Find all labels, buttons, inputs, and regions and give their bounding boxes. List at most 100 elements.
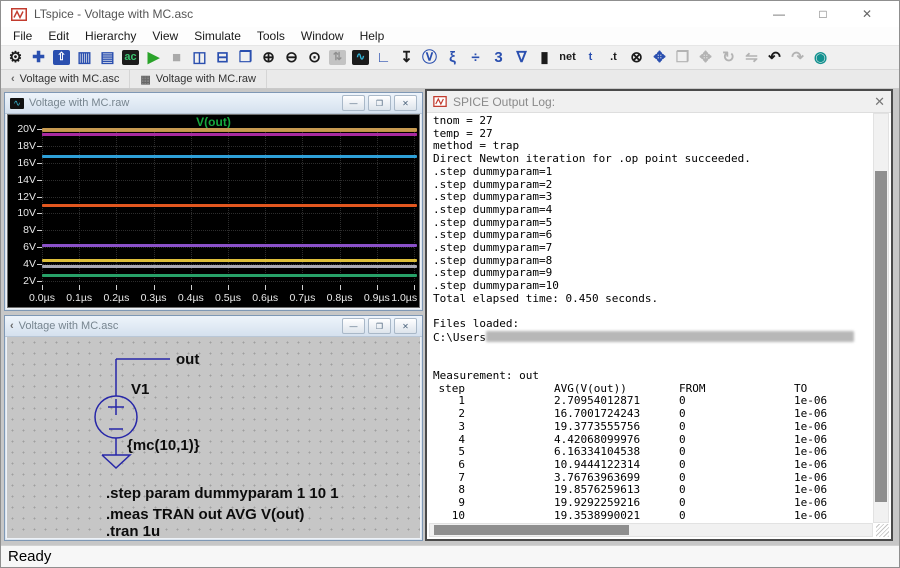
capacitor-icon-glyph: ÷ (471, 50, 479, 65)
measurement-label: Measurement: out (433, 370, 872, 383)
component-icon[interactable]: ▮ (533, 47, 556, 69)
voltage-source-icon-glyph: Ⓥ (422, 50, 437, 65)
title-bar[interactable]: LTspice - Voltage with MC.asc — □ ✕ (1, 1, 899, 27)
part-value-mc[interactable]: {mc(10,1)} (127, 437, 200, 454)
zoom-full-extents-icon[interactable]: ⊙ (303, 47, 326, 69)
tab-schematic[interactable]: ‹ Voltage with MC.asc (1, 70, 130, 88)
measurement-row: 319.377355575601e-06 (433, 421, 872, 434)
cascade-windows-icon-glyph: ❐ (239, 50, 252, 65)
schematic-window-titlebar[interactable]: ‹ Voltage with MC.asc — ❐ ✕ (5, 316, 422, 337)
measurement-row-cell: 1e-06 (794, 497, 872, 510)
voltage-source-icon[interactable]: Ⓥ (418, 47, 441, 69)
waveform-minimize-button[interactable]: — (342, 95, 365, 111)
move-icon[interactable]: ✥ (648, 47, 671, 69)
zoom-out-icon[interactable]: ⊖ (280, 47, 303, 69)
tile-vertical-icon[interactable]: ◫ (188, 47, 211, 69)
resize-grip[interactable] (876, 524, 889, 537)
new-schematic-icon[interactable]: ✚ (27, 47, 50, 69)
x-axis-label: 0.6µs (252, 292, 278, 304)
diode-icon[interactable]: ∇ (510, 47, 533, 69)
waveform-tab-icon: ▦ (140, 73, 150, 86)
schematic-restore-button[interactable]: ❐ (368, 318, 391, 334)
halt-icon-glyph: ■ (172, 50, 181, 65)
x-tick (265, 285, 266, 290)
menu-window[interactable]: Window (293, 27, 352, 45)
spice-log-window: SPICE Output Log: ✕ tnom = 27temp = 27me… (425, 89, 893, 541)
control-panel-icon[interactable]: ⚙ (4, 47, 27, 69)
directive-meas[interactable]: .meas TRAN out AVG V(out) (106, 506, 304, 523)
open-file-icon[interactable]: ⇧ (50, 47, 73, 69)
measurement-row-cell: 1e-06 (794, 510, 872, 523)
menu-help[interactable]: Help (352, 27, 393, 45)
redo-icon[interactable]: ↷ (786, 47, 809, 69)
zoom-in-icon[interactable]: ⊕ (257, 47, 280, 69)
mirror-icon[interactable]: ⇋ (740, 47, 763, 69)
minimize-button[interactable]: — (757, 7, 801, 21)
drag-icon[interactable]: ✥ (694, 47, 717, 69)
wire-icon[interactable]: ∟ (372, 47, 395, 69)
control-panel-icon-glyph: ⚙ (9, 50, 22, 65)
net-label-icon[interactable]: net (556, 47, 579, 69)
measurement-row-cell: 6 (433, 459, 465, 472)
menu-hierarchy[interactable]: Hierarchy (77, 27, 144, 45)
waveform-icon[interactable]: ∿ (349, 47, 372, 69)
menu-view[interactable]: View (144, 27, 186, 45)
find-icon[interactable]: ◉ (809, 47, 832, 69)
save-icon[interactable]: ▥ (73, 47, 96, 69)
measurement-row-cell: 10.9444122314 (465, 459, 679, 472)
plus-sign (108, 399, 124, 415)
horizontal-scrollbar[interactable] (429, 523, 873, 537)
maximize-button[interactable]: □ (801, 7, 845, 21)
schematic-close-button[interactable]: ✕ (394, 318, 417, 334)
directive-step[interactable]: .step param dummyparam 1 10 1 (106, 485, 339, 502)
measurement-row-cell: 16.7001724243 (465, 408, 679, 421)
x-axis-label: 0.9µs (364, 292, 390, 304)
close-button[interactable]: ✕ (845, 7, 889, 21)
rotate-icon[interactable]: ↻ (717, 47, 740, 69)
menu-tools[interactable]: Tools (249, 27, 293, 45)
waveform-close-button[interactable]: ✕ (394, 95, 417, 111)
halt-icon[interactable]: ■ (165, 47, 188, 69)
control-panel-ac-icon[interactable]: ac (119, 47, 142, 69)
horizontal-scrollbar-thumb[interactable] (434, 525, 628, 535)
save-icon-glyph: ▥ (77, 50, 91, 65)
text-icon[interactable]: t (579, 47, 602, 69)
vertical-scrollbar-thumb[interactable] (875, 171, 887, 501)
spice-directive-icon[interactable]: .t (602, 47, 625, 69)
delete-icon[interactable]: ⊗ (625, 47, 648, 69)
measurement-row-cell: 19.3538990021 (465, 510, 679, 523)
capacitor-icon[interactable]: ÷ (464, 47, 487, 69)
schematic-canvas[interactable]: out V1 {mc(10,1)} .step param dummyparam… (7, 337, 420, 538)
measurement-row-cell: 0 (679, 459, 794, 472)
run-icon[interactable]: ▶ (142, 47, 165, 69)
net-label-out[interactable]: out (176, 351, 199, 368)
measurement-row-cell: 0 (679, 510, 794, 523)
log-close-button[interactable]: ✕ (874, 94, 885, 110)
cascade-windows-icon[interactable]: ❐ (234, 47, 257, 69)
ground-symbol[interactable] (102, 455, 130, 468)
waveform-window-titlebar[interactable]: ∿ Voltage with MC.raw — ❐ ✕ (5, 93, 422, 114)
paste-icon[interactable]: ❐ (671, 47, 694, 69)
pan-icon[interactable]: ⇅ (326, 47, 349, 69)
schematic-minimize-button[interactable]: — (342, 318, 365, 334)
undo-icon[interactable]: ↶ (763, 47, 786, 69)
waveform-restore-button[interactable]: ❐ (368, 95, 391, 111)
log-window-titlebar[interactable]: SPICE Output Log: ✕ (427, 91, 891, 113)
log-window-title: SPICE Output Log: (453, 95, 555, 109)
inductor-icon[interactable]: 3 (487, 47, 510, 69)
part-ref-v1[interactable]: V1 (131, 381, 149, 398)
tile-horizontal-icon[interactable]: ⊟ (211, 47, 234, 69)
ground-icon[interactable]: ↧ (395, 47, 418, 69)
tab-waveform[interactable]: ▦ Voltage with MC.raw (130, 70, 267, 88)
menu-edit[interactable]: Edit (40, 27, 77, 45)
log-line: tnom = 27 (433, 115, 872, 128)
print-icon[interactable]: ▤ (96, 47, 119, 69)
directive-tran[interactable]: .tran 1u (106, 523, 160, 538)
ltspice-window: LTspice - Voltage with MC.asc — □ ✕ File… (0, 0, 900, 568)
resistor-icon[interactable]: ξ (441, 47, 464, 69)
wave-plot[interactable]: V(out)20V18V16V14V12V10V8V6V4V2V0.0µs0.1… (7, 114, 420, 308)
menu-simulate[interactable]: Simulate (186, 27, 249, 45)
mdi-client-area: ∿ Voltage with MC.raw — ❐ ✕ V(out)20V18V… (1, 89, 899, 547)
menu-file[interactable]: File (5, 27, 40, 45)
vertical-scrollbar[interactable] (873, 113, 889, 523)
